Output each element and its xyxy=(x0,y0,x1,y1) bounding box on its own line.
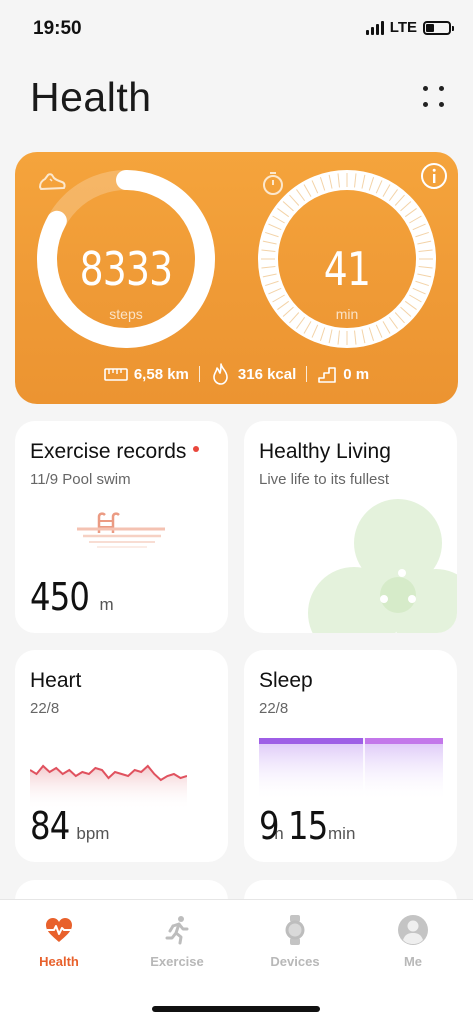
duration-unit: min xyxy=(335,306,359,322)
nav-health[interactable]: Health xyxy=(0,914,118,969)
nav-me[interactable]: Me xyxy=(354,914,472,969)
nav-label: Exercise xyxy=(150,954,204,969)
sleep-minutes: 15 xyxy=(287,804,328,848)
stopwatch-icon xyxy=(263,172,283,195)
sleep-duration: 9h 15min xyxy=(259,804,355,848)
nav-label: Devices xyxy=(270,954,320,969)
watch-icon xyxy=(285,915,305,945)
card-title: Exercise records xyxy=(30,440,200,464)
calories-value: 316 kcal xyxy=(237,365,297,383)
calories-stat: 316 kcal xyxy=(210,362,296,386)
card-date: 22/8 xyxy=(259,700,289,717)
steps-value: 8333 xyxy=(79,242,174,296)
bottom-navigation: Health Exercise Devices Me xyxy=(0,899,473,1024)
dots-grid-icon xyxy=(423,86,428,91)
signal-icon xyxy=(365,20,384,35)
distance-unit: m xyxy=(99,595,114,614)
steps-ring[interactable]: 8333 steps xyxy=(37,170,215,348)
card-subtitle: Live life to its fullest xyxy=(259,471,390,488)
divider xyxy=(198,366,200,382)
home-indicator[interactable] xyxy=(152,1006,320,1012)
sleep-hours: 9 xyxy=(259,804,280,848)
divider xyxy=(306,366,308,382)
heart-pulse-icon xyxy=(46,918,72,942)
heart-rate-card[interactable]: Heart 22/8 84 bpm xyxy=(15,650,228,862)
card-date: 22/8 xyxy=(30,700,60,717)
climb-stat: 0 m xyxy=(317,364,369,384)
heart-rate-value-line: 84 bpm xyxy=(30,804,109,848)
nav-exercise[interactable]: Exercise xyxy=(118,914,236,969)
card-title: Sleep xyxy=(259,669,313,692)
ruler-icon xyxy=(104,368,128,381)
running-icon xyxy=(165,916,189,945)
distance-number: 450 xyxy=(30,575,90,619)
card-title: Heart xyxy=(30,669,82,692)
sleep-minutes-unit: min xyxy=(328,824,356,843)
healthy-living-card[interactable]: Healthy Living Live life to its fullest xyxy=(244,421,457,633)
nav-label: Me xyxy=(403,954,423,969)
status-indicators: LTE xyxy=(365,19,454,36)
duration-ring[interactable]: 41 min xyxy=(258,170,436,348)
avatar-icon xyxy=(398,915,428,945)
stairs-icon xyxy=(318,367,337,383)
card-subtitle: 11/9 Pool swim xyxy=(30,471,131,488)
card-title: Healthy Living xyxy=(259,440,391,463)
distance-value: 6,58 km xyxy=(133,365,189,383)
shoe-icon xyxy=(39,173,66,190)
heart-rate-sparkline xyxy=(30,764,187,810)
status-bar: 19:50 LTE xyxy=(0,0,473,56)
page-title: Health xyxy=(30,74,152,120)
more-options-button[interactable] xyxy=(423,86,445,108)
nav-devices[interactable]: Devices xyxy=(236,914,354,969)
climb-value: 0 m xyxy=(343,365,370,383)
activity-summary-card[interactable]: 8333 steps 41 min 6,58 km 316 kcal 0 m xyxy=(15,152,458,404)
heart-rate-number: 84 xyxy=(30,804,70,848)
exercise-distance: 450 m xyxy=(30,575,114,619)
battery-icon xyxy=(423,20,454,35)
duration-value: 41 xyxy=(323,242,371,296)
sleep-card[interactable]: Sleep 22/8 9h 15min xyxy=(244,650,457,862)
steps-unit: steps xyxy=(109,306,143,322)
pool-icon xyxy=(77,512,165,548)
activity-stats: 6,58 km 316 kcal 0 m xyxy=(15,362,458,386)
clover-illustration xyxy=(308,499,457,633)
battery-level xyxy=(426,23,434,32)
network-type: LTE xyxy=(389,19,417,36)
exercise-records-card[interactable]: Exercise records 11/9 Pool swim 450 m xyxy=(15,421,228,633)
status-time: 19:50 xyxy=(33,18,82,39)
sleep-chart xyxy=(259,738,443,802)
heart-rate-unit: bpm xyxy=(76,824,110,843)
notification-dot xyxy=(193,446,200,453)
distance-stat: 6,58 km xyxy=(104,366,189,383)
flame-icon xyxy=(213,363,228,385)
nav-label: Health xyxy=(39,954,79,969)
